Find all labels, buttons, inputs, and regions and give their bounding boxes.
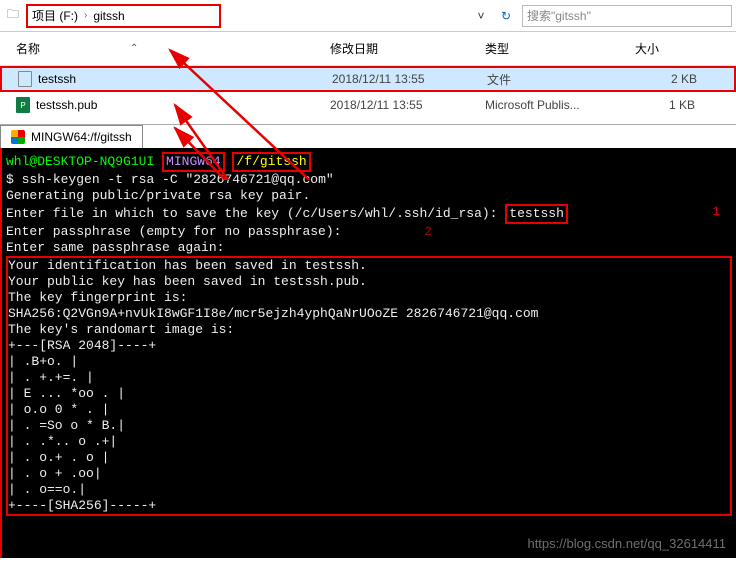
column-headers: 名称 ⌃ 修改日期 类型 大小	[0, 32, 736, 66]
col-header-name[interactable]: 名称	[16, 40, 40, 57]
prompt-user: whl@DESKTOP-NQ9G1UI	[6, 154, 154, 169]
annotation-label-2: 2	[424, 224, 432, 240]
terminal-tab-title: MINGW64:/f/gitssh	[31, 130, 132, 144]
terminal-text: Enter file in which to save the key (/c/…	[6, 206, 497, 221]
terminal-line: Your public key has been saved in testss…	[8, 274, 730, 290]
randomart-line: | . o + .oo|	[8, 466, 730, 482]
publisher-file-icon: P	[16, 97, 30, 113]
keygen-filename-input: testssh	[505, 204, 568, 224]
randomart-line: +----[SHA256]-----+	[8, 498, 730, 514]
file-size: 2 KB	[637, 72, 727, 86]
explorer-address-bar: 🗀 项目 (F:) › gitssh ˅ ↻ 搜索"gitssh"	[0, 0, 736, 32]
terminal-line: Generating public/private rsa key pair.	[6, 188, 732, 204]
terminal-line: whl@DESKTOP-NQ9G1UI MINGW64 /f/gitssh	[6, 152, 732, 172]
watermark: https://blog.csdn.net/qq_32614411	[527, 536, 726, 552]
randomart-line: | E ... *oo . |	[8, 386, 730, 402]
terminal-text: Enter passphrase (empty for no passphras…	[6, 224, 341, 239]
breadcrumb-drive[interactable]: 项目 (F:)	[32, 7, 78, 24]
terminal-line: SHA256:Q2VGn9A+nvUkI8wGF1I8e/mcr5ejzh4yp…	[8, 306, 730, 322]
file-date: 2018/12/11 13:55	[332, 72, 487, 86]
breadcrumb[interactable]: 项目 (F:) › gitssh	[26, 4, 221, 28]
prompt-env: MINGW64	[162, 152, 225, 172]
sort-indicator-icon: ⌃	[130, 43, 138, 54]
terminal-line: $ ssh-keygen -t rsa -C "2826746721@qq.co…	[6, 172, 732, 188]
refresh-button[interactable]: ↻	[494, 5, 518, 27]
folder-icon: 🗀	[4, 7, 22, 25]
terminal-line: Enter passphrase (empty for no passphras…	[6, 224, 732, 240]
search-input[interactable]: 搜索"gitssh"	[522, 5, 732, 27]
terminal-line: Your identification has been saved in te…	[8, 258, 730, 274]
search-placeholder: 搜索"gitssh"	[527, 7, 591, 24]
chevron-right-icon: ›	[82, 10, 89, 21]
address-dropdown-button[interactable]: ˅	[472, 9, 490, 23]
file-type: 文件	[487, 71, 637, 88]
terminal-line: The key's randomart image is:	[8, 322, 730, 338]
randomart-line: +---[RSA 2048]----+	[8, 338, 730, 354]
randomart-line: | . .*.. o .+|	[8, 434, 730, 450]
randomart-line: | o.o 0 * . |	[8, 402, 730, 418]
randomart-line: | . o.+ . o |	[8, 450, 730, 466]
file-date: 2018/12/11 13:55	[330, 98, 485, 112]
terminal-tab-bar: MINGW64:/f/gitssh	[0, 124, 736, 148]
terminal-tab[interactable]: MINGW64:/f/gitssh	[0, 125, 143, 149]
file-size: 1 KB	[635, 98, 725, 112]
randomart-line: | . +.+=. |	[8, 370, 730, 386]
file-row[interactable]: testssh 2018/12/11 13:55 文件 2 KB	[0, 66, 736, 92]
terminal-line: Enter file in which to save the key (/c/…	[6, 204, 732, 224]
prompt-symbol: $	[6, 172, 14, 187]
file-type: Microsoft Publis...	[485, 98, 635, 112]
file-icon	[18, 71, 32, 87]
file-name-label: testssh	[38, 72, 76, 86]
randomart-line: | . =So o * B.|	[8, 418, 730, 434]
annotation-label-1: 1	[712, 204, 720, 220]
col-header-type[interactable]: 类型	[485, 42, 509, 56]
command-text: ssh-keygen -t rsa -C "2826746721@qq.com"	[22, 172, 334, 187]
terminal-output-box: Your identification has been saved in te…	[6, 256, 732, 516]
randomart-line: | . o==o.|	[8, 482, 730, 498]
prompt-path: /f/gitssh	[232, 152, 310, 172]
col-header-date[interactable]: 修改日期	[330, 42, 378, 56]
randomart-line: | .B+o. |	[8, 354, 730, 370]
file-row[interactable]: P testssh.pub 2018/12/11 13:55 Microsoft…	[0, 92, 736, 118]
terminal-body[interactable]: whl@DESKTOP-NQ9G1UI MINGW64 /f/gitssh $ …	[0, 148, 736, 558]
mingw-icon	[11, 130, 25, 144]
col-header-size[interactable]: 大小	[635, 42, 659, 56]
file-name-label: testssh.pub	[36, 98, 97, 112]
terminal-line: Enter same passphrase again:	[6, 240, 732, 256]
terminal-line: The key fingerprint is:	[8, 290, 730, 306]
breadcrumb-folder[interactable]: gitssh	[93, 9, 124, 23]
